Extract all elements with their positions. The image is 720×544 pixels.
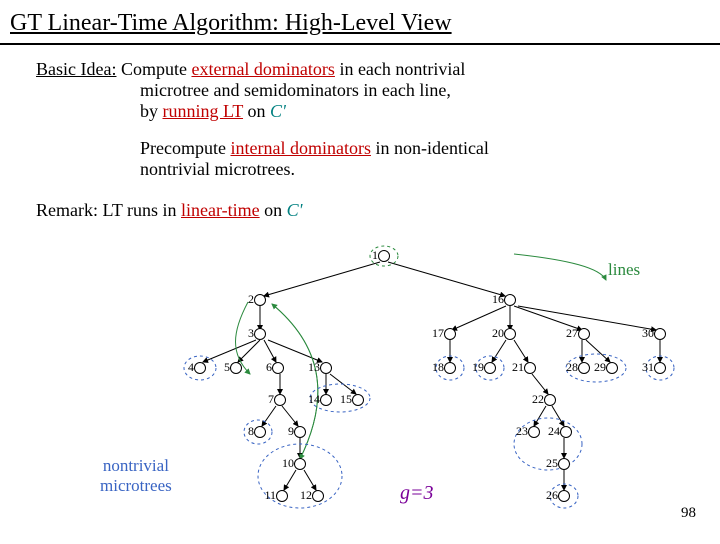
running-lt: running LT: [163, 101, 244, 121]
node-27-label: 27: [566, 326, 578, 341]
node-25: [558, 458, 570, 470]
internal-dominators: internal dominators: [230, 138, 370, 158]
remark-line: Remark: LT runs in linear-time on C': [36, 200, 700, 221]
lines-label: lines: [608, 260, 640, 280]
p2-l2: nontrivial microtrees.: [140, 159, 295, 179]
p2-l1a: Precompute: [140, 138, 230, 158]
node-4-label: 4: [188, 360, 194, 375]
c-prime-1: C': [270, 101, 286, 121]
node-2: [254, 294, 266, 306]
p1-l3a: by: [140, 101, 163, 121]
page-number: 98: [681, 505, 696, 522]
g-equals-3: g=3: [400, 482, 434, 505]
slide-title: GT Linear-Time Algorithm: High-Level Vie…: [0, 0, 720, 45]
node-8-label: 8: [248, 424, 254, 439]
node-16-label: 16: [492, 292, 504, 307]
title-text: GT Linear-Time Algorithm: High-Level Vie…: [10, 10, 452, 36]
microtrees-word: microtrees: [100, 476, 172, 495]
node-14: [320, 394, 332, 406]
remark-b: on: [260, 200, 287, 220]
external-dominators: external dominators: [191, 59, 334, 79]
node-22: [544, 394, 556, 406]
node-9-label: 9: [288, 424, 294, 439]
node-6: [272, 362, 284, 374]
node-31: [654, 362, 666, 374]
node-15-label: 15: [340, 392, 352, 407]
node-25-label: 25: [546, 456, 558, 471]
node-8: [254, 426, 266, 438]
node-15: [352, 394, 364, 406]
node-2-label: 2: [248, 292, 254, 307]
node-1-label: 1: [372, 248, 378, 263]
node-17-label: 17: [432, 326, 444, 341]
precompute-paragraph: Precompute internal dominators in non-id…: [36, 138, 700, 180]
node-13-label: 13: [308, 360, 320, 375]
basic-idea-paragraph: Basic Idea: Compute external dominators …: [36, 59, 700, 122]
node-17: [444, 328, 456, 340]
node-14-label: 14: [308, 392, 320, 407]
node-11-label: 11: [264, 488, 276, 503]
node-7: [274, 394, 286, 406]
node-21: [524, 362, 536, 374]
linear-time: linear-time: [181, 200, 260, 220]
node-11: [276, 490, 288, 502]
nontrivial-word: nontrivial: [103, 456, 169, 475]
nontrivial-microtrees-label: nontrivial microtrees: [100, 456, 172, 496]
node-26: [558, 490, 570, 502]
p1-l3b: on: [243, 101, 270, 121]
node-24: [560, 426, 572, 438]
node-10: [294, 458, 306, 470]
p1-l1a: Compute: [116, 59, 191, 79]
node-18-label: 18: [432, 360, 444, 375]
p1-l1b: in each nontrivial: [335, 59, 465, 79]
node-24-label: 24: [548, 424, 560, 439]
node-21-label: 21: [512, 360, 524, 375]
node-19-label: 19: [472, 360, 484, 375]
remark-a: Remark: LT runs in: [36, 200, 181, 220]
node-5-label: 5: [224, 360, 230, 375]
node-29-label: 29: [594, 360, 606, 375]
node-22-label: 22: [532, 392, 544, 407]
node-27: [578, 328, 590, 340]
node-31-label: 31: [642, 360, 654, 375]
node-10-label: 10: [282, 456, 294, 471]
c-prime-2: C': [287, 200, 303, 220]
node-26-label: 26: [546, 488, 558, 503]
p1-l2: microtree and semidominators in each lin…: [140, 80, 451, 100]
node-20: [504, 328, 516, 340]
node-7-label: 7: [268, 392, 274, 407]
node-4: [194, 362, 206, 374]
node-9: [294, 426, 306, 438]
node-28-label: 28: [566, 360, 578, 375]
node-23: [528, 426, 540, 438]
node-30: [654, 328, 666, 340]
node-18: [444, 362, 456, 374]
node-29: [606, 362, 618, 374]
basic-idea-lead: Basic Idea:: [36, 59, 116, 79]
p2-l1b: in non-identical: [371, 138, 489, 158]
node-30-label: 30: [642, 326, 654, 341]
node-6-label: 6: [266, 360, 272, 375]
node-19: [484, 362, 496, 374]
node-1: [378, 250, 390, 262]
node-28: [578, 362, 590, 374]
node-16: [504, 294, 516, 306]
node-12: [312, 490, 324, 502]
node-23-label: 23: [516, 424, 528, 439]
node-3-label: 3: [248, 326, 254, 341]
node-20-label: 20: [492, 326, 504, 341]
node-13: [320, 362, 332, 374]
node-3: [254, 328, 266, 340]
tree-diagram: 1 2 3 4 5 6 13 7 14 15 8 9 10 11 12 16 1…: [0, 244, 720, 544]
node-5: [230, 362, 242, 374]
node-12-label: 12: [300, 488, 312, 503]
